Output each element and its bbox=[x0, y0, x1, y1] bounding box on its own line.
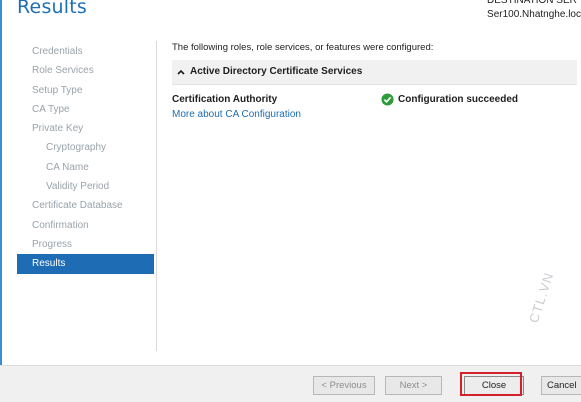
page-title: Results bbox=[17, 0, 88, 18]
nav-divider bbox=[156, 41, 157, 351]
destination-server-info: DESTINATION SERVE Ser100.Nhatnghe.loc bbox=[487, 0, 581, 22]
wizard-nav: Credentials Role Services Setup Type CA … bbox=[17, 42, 154, 274]
destination-server-name: Ser100.Nhatnghe.loc bbox=[487, 9, 581, 20]
results-intro: The following roles, role services, or f… bbox=[172, 42, 434, 53]
nav-item-setup-type[interactable]: Setup Type bbox=[17, 81, 154, 100]
section-header[interactable]: Active Directory Certificate Services bbox=[172, 60, 577, 85]
close-button[interactable]: Close bbox=[464, 376, 524, 395]
more-about-ca-link[interactable]: More about CA Configuration bbox=[172, 109, 301, 120]
nav-item-results[interactable]: Results bbox=[17, 254, 154, 274]
nav-item-certificate-database[interactable]: Certificate Database bbox=[17, 196, 154, 215]
nav-item-credentials[interactable]: Credentials bbox=[17, 42, 154, 61]
chevron-up-icon[interactable] bbox=[176, 67, 186, 77]
previous-button[interactable]: < Previous bbox=[313, 376, 375, 395]
cancel-button[interactable]: Cancel bbox=[541, 376, 581, 395]
nav-item-ca-type[interactable]: CA Type bbox=[17, 100, 154, 119]
green-check-icon bbox=[381, 93, 394, 106]
nav-item-ca-name[interactable]: CA Name bbox=[17, 158, 154, 177]
nav-item-confirmation[interactable]: Confirmation bbox=[17, 216, 154, 235]
next-button[interactable]: Next > bbox=[385, 376, 442, 395]
result-role-name: Certification Authority bbox=[172, 94, 278, 105]
nav-item-progress[interactable]: Progress bbox=[17, 235, 154, 254]
nav-item-role-services[interactable]: Role Services bbox=[17, 61, 154, 80]
window-left-border bbox=[0, 0, 2, 401]
nav-item-cryptography[interactable]: Cryptography bbox=[17, 138, 154, 157]
nav-item-private-key[interactable]: Private Key bbox=[17, 119, 154, 138]
destination-server-label: DESTINATION SERVE bbox=[487, 0, 577, 6]
status-text: Configuration succeeded bbox=[398, 94, 519, 105]
nav-item-validity-period[interactable]: Validity Period bbox=[17, 177, 154, 196]
section-title: Active Directory Certificate Services bbox=[190, 66, 363, 77]
watermark: CTL.VN bbox=[526, 270, 557, 325]
